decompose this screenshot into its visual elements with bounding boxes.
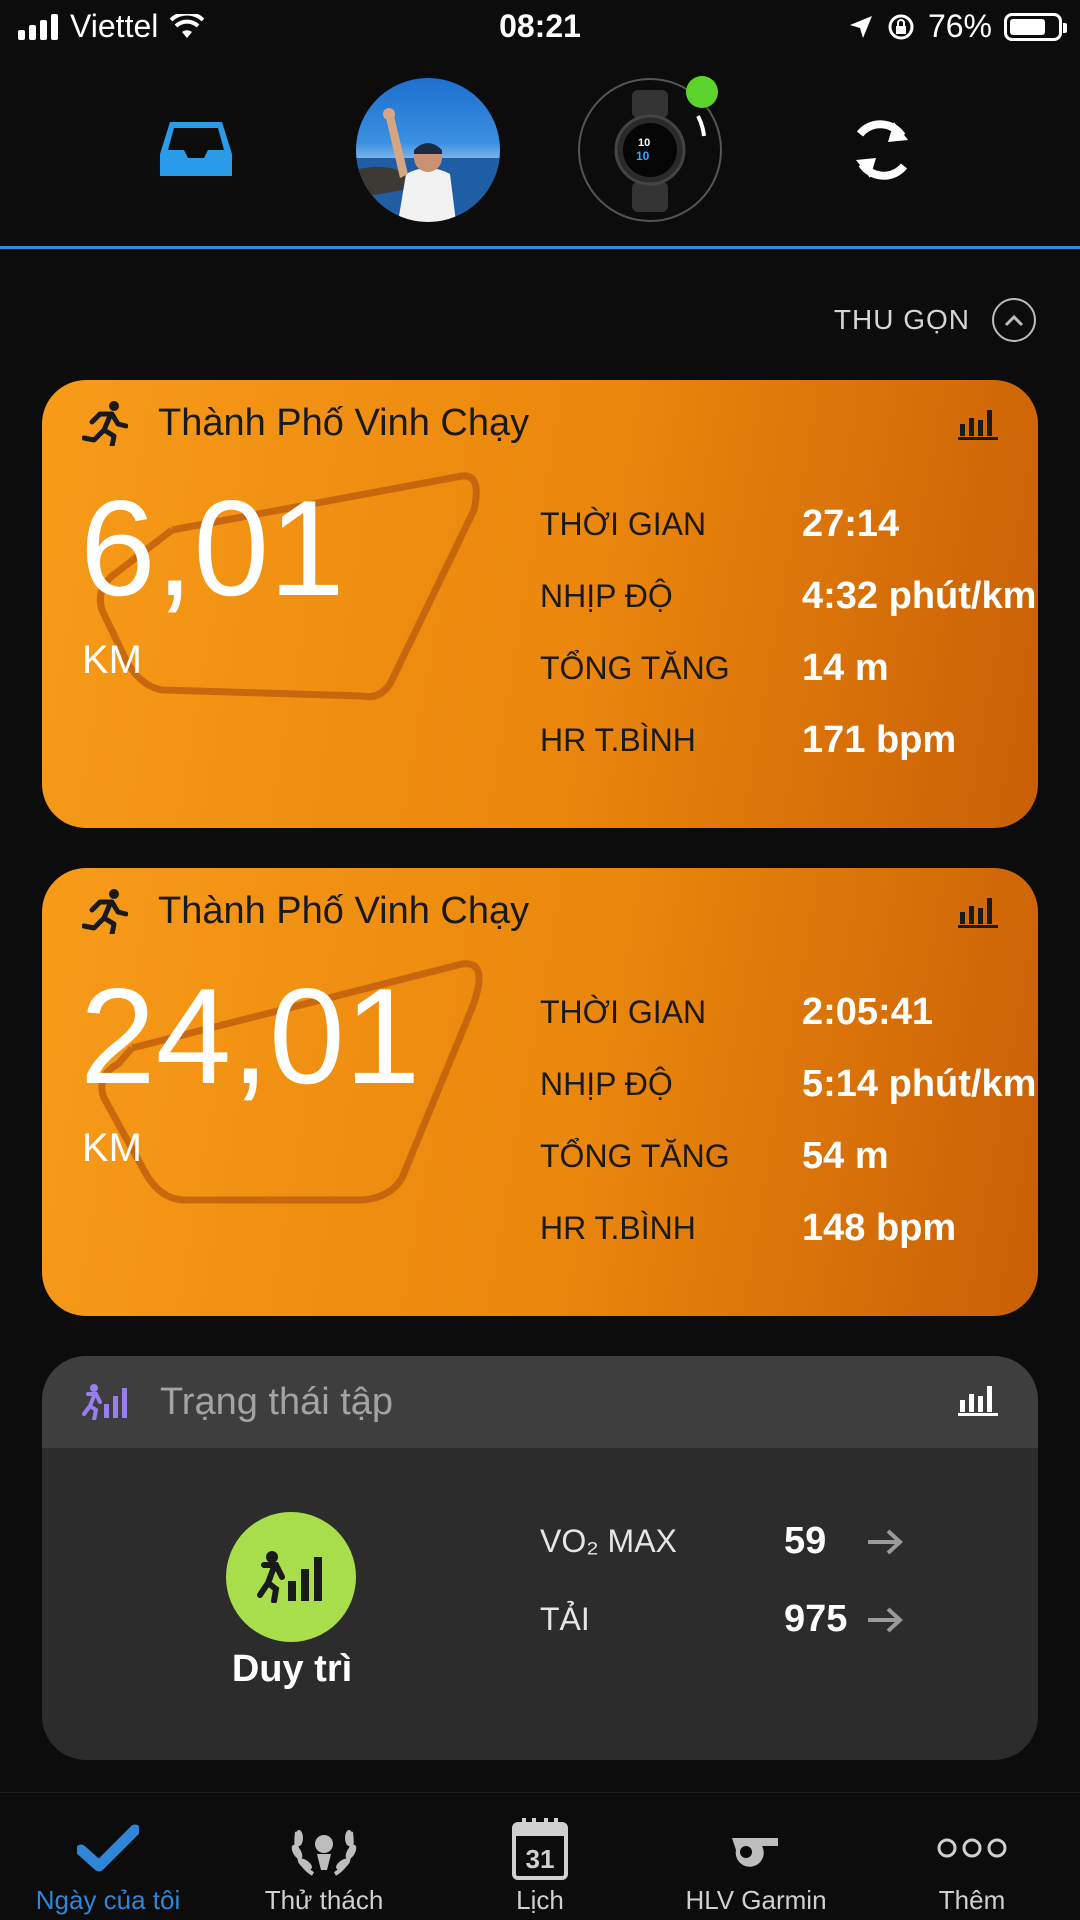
tab-label: Thêm (938, 1885, 1006, 1915)
svg-text:10: 10 (636, 149, 650, 163)
stat-label: HR T.BÌNH (540, 1209, 696, 1246)
stat-row: NHỊP ĐỘ 5:14 phút/km (540, 1048, 1036, 1120)
inbox-icon[interactable] (160, 120, 232, 178)
status-bar: Viettel 08:21 76% (0, 0, 1080, 56)
tab-label: HLV Garmin (685, 1885, 827, 1915)
running-icon (82, 401, 128, 446)
activity-stats: THỜI GIAN 2:05:41 NHỊP ĐỘ 5:14 phút/km TỔN… (540, 976, 1036, 1264)
activity-title: Thành Phố Vinh Chạy (158, 889, 530, 932)
metric-label: TẢI (540, 1601, 590, 1637)
calendar-day: 31 (526, 1844, 555, 1874)
more-dots-icon (937, 1838, 1007, 1858)
app-screen: Viettel 08:21 76% 10 10 THU GỌN Thành Ph… (0, 0, 1080, 1920)
activity-card[interactable]: Thành Phố Vinh Chạy 24,01 KM THỜI GIAN 2:… (42, 868, 1038, 1316)
top-nav-divider (0, 246, 1080, 249)
stat-value: 4:32 phút/km (802, 574, 1037, 617)
metric-value: 59 (784, 1520, 827, 1562)
stat-row: THỜI GIAN 27:14 (540, 488, 1036, 560)
training-status-title: Trạng thái tập (160, 1380, 394, 1423)
activity-stats: THỜI GIAN 27:14 NHỊP ĐỘ 4:32 phút/km TỔNG … (540, 488, 1036, 776)
training-status-value: Duy trì (231, 1648, 353, 1690)
svg-text:10: 10 (638, 137, 650, 149)
tab-calendar[interactable]: 31 Lịch (432, 1793, 648, 1920)
tab-my-day[interactable]: Ngày của tôi (0, 1793, 216, 1920)
activity-title: Thành Phố Vinh Chạy (158, 401, 530, 444)
training-status-icon (82, 1384, 127, 1420)
laurel-icon (291, 1830, 357, 1876)
stat-label: TỔNG TĂNG (540, 649, 730, 686)
whistle-icon (732, 1838, 778, 1867)
metric-label: VO₂ MAX (540, 1523, 677, 1559)
training-status-card[interactable]: Trạng thái tập Duy trì VO₂ MAX 59 TẢI 97… (42, 1356, 1038, 1760)
stats-chart-icon[interactable] (958, 1382, 998, 1416)
location-arrow-icon (849, 15, 872, 38)
battery-icon (1004, 12, 1067, 41)
checkmark-icon (77, 1824, 139, 1872)
profile-avatar[interactable] (356, 78, 500, 222)
collapse-toggle[interactable]: THU GỌN (834, 298, 1036, 342)
stat-value: 148 bpm (802, 1206, 957, 1249)
stat-label: THỜI GIAN (540, 993, 707, 1030)
top-nav: 10 10 (0, 70, 1080, 246)
status-badge (226, 1512, 356, 1642)
rotation-lock-icon (888, 14, 914, 39)
stat-row: HR T.BÌNH 148 bpm (540, 1192, 1036, 1264)
sync-icon[interactable] (848, 114, 916, 186)
stat-row: TỔNG TĂNG 14 m (540, 632, 1036, 704)
activity-header: Thành Phố Vinh Chạy (82, 400, 529, 446)
profile-photo (356, 108, 500, 222)
distance-value: 24,01 (80, 960, 421, 1112)
connected-status-dot (686, 76, 718, 108)
activity-header: Thành Phố Vinh Chạy (82, 888, 529, 934)
activity-card[interactable]: Thành Phố Vinh Chạy 6,01 KM THỜI GIAN 27:… (42, 380, 1038, 828)
chevron-up-icon (992, 298, 1036, 342)
tab-garmin-coach[interactable]: HLV Garmin (648, 1793, 864, 1920)
stat-value: 2:05:41 (802, 990, 933, 1033)
stat-row: TỔNG TĂNG 54 m (540, 1120, 1036, 1192)
bottom-tab-bar: Ngày của tôi Thử thách 31 Lịch HLV Garmi… (0, 1792, 1080, 1920)
stat-value: 54 m (802, 1134, 889, 1177)
stat-label: HR T.BÌNH (540, 721, 696, 758)
tab-more[interactable]: Thêm (864, 1793, 1080, 1920)
stat-row: NHỊP ĐỘ 4:32 phút/km (540, 560, 1036, 632)
tab-label: Ngày của tôi (35, 1885, 181, 1915)
metric-row-load[interactable]: TẢI 975 (540, 1598, 904, 1641)
stat-value: 171 bpm (802, 718, 957, 761)
stat-label: NHỊP ĐỘ (540, 1065, 673, 1102)
stat-row: THỜI GIAN 2:05:41 (540, 976, 1036, 1048)
metric-value: 975 (784, 1598, 848, 1640)
distance-value: 6,01 (80, 472, 345, 624)
calendar-icon: 31 (512, 1818, 568, 1880)
distance-unit: KM (82, 638, 142, 682)
tab-label: Thử thách (264, 1885, 384, 1915)
stat-label: THỜI GIAN (540, 505, 707, 542)
device-watch[interactable]: 10 10 (578, 76, 722, 222)
stat-value: 27:14 (802, 502, 900, 545)
stat-label: TỔNG TĂNG (540, 1137, 730, 1174)
stat-value: 5:14 phút/km (802, 1062, 1037, 1105)
stats-chart-icon[interactable] (958, 406, 998, 440)
collapse-label: THU GỌN (833, 304, 970, 335)
battery-percent: 76% (927, 8, 992, 44)
arrow-right-icon (868, 1529, 903, 1554)
stat-row: HR T.BÌNH 171 bpm (540, 704, 1036, 776)
metric-row-vo2max[interactable]: VO₂ MAX 59 (540, 1520, 904, 1563)
tab-label: Lịch (516, 1885, 564, 1915)
arrow-right-icon (868, 1607, 903, 1632)
stat-value: 14 m (802, 646, 889, 689)
tab-challenges[interactable]: Thử thách (216, 1793, 432, 1920)
distance-unit: KM (82, 1126, 142, 1170)
running-icon (82, 889, 128, 934)
stat-label: NHỊP ĐỘ (540, 577, 673, 614)
training-status-header: Trạng thái tập (42, 1356, 1038, 1448)
training-status-badge-icon (257, 1551, 322, 1603)
status-right: 76% (848, 8, 1067, 45)
stats-chart-icon[interactable] (958, 894, 998, 928)
